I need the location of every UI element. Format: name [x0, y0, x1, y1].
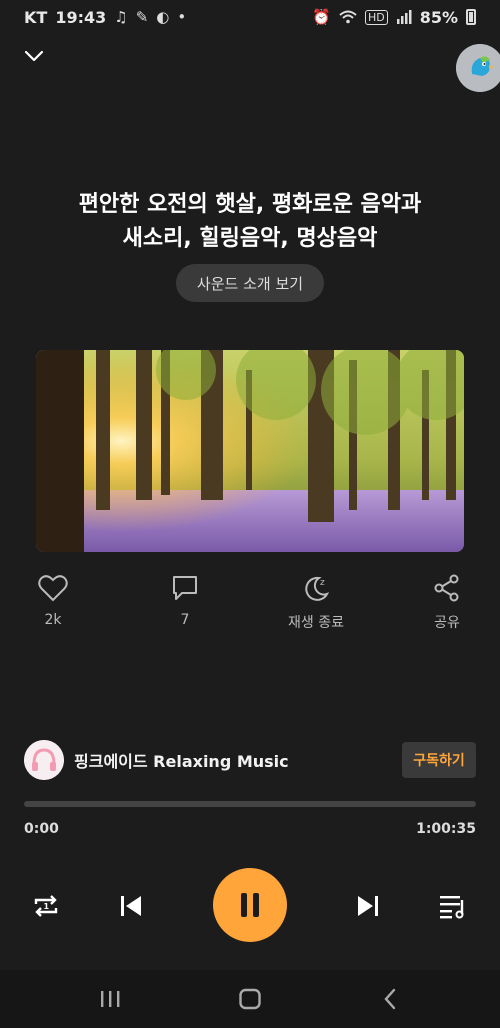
- app-notification-icon: ✎: [135, 8, 149, 26]
- svg-text:1: 1: [44, 902, 50, 911]
- recent-apps-button[interactable]: [90, 984, 130, 1014]
- player-controls: 1: [0, 866, 500, 942]
- channel-row: 핑크에이드 Relaxing Music 구독하기: [24, 740, 476, 780]
- share-label: 공유: [434, 615, 460, 631]
- repeat-icon: 1: [34, 895, 58, 917]
- channel-name[interactable]: 핑크에이드 Relaxing Music: [74, 748, 289, 772]
- comment-bubble-icon: [173, 576, 197, 600]
- recent-apps-icon: [101, 991, 120, 1007]
- status-bar: KT 19:43 ♫ ✎ ◐ • ⏰ HD 85%: [0, 0, 500, 34]
- forest-sunrise-image: [36, 350, 464, 552]
- track-title: 편안한 오전의 햇살, 평화로운 음악과 새소리, 힐링음악, 명상음악: [30, 188, 470, 256]
- floating-assistant-bubble[interactable]: [456, 44, 500, 92]
- current-time: 0:00: [24, 821, 59, 837]
- back-chevron-icon: [384, 988, 396, 1010]
- skip-next-icon: [358, 896, 378, 916]
- parrot-icon: [456, 44, 500, 92]
- comment-count: 7: [180, 612, 190, 628]
- progress-bar[interactable]: [24, 801, 476, 807]
- heart-icon: [38, 575, 68, 602]
- subscribe-button[interactable]: 구독하기: [402, 742, 476, 778]
- svg-text:z: z: [320, 578, 325, 588]
- chevron-down-icon: [24, 50, 44, 62]
- moon-sleep-icon: z: [305, 576, 330, 601]
- track-title-line1: 편안한 오전의 햇살, 평화로운 음악과: [78, 192, 422, 217]
- total-time: 1:00:35: [416, 821, 476, 837]
- status-right: ⏰ HD 85%: [312, 8, 476, 27]
- more-notifications-icon: •: [177, 8, 187, 26]
- hd-badge: HD: [364, 9, 388, 25]
- battery-percent: 85%: [419, 7, 458, 27]
- battery-icon: [466, 9, 476, 25]
- headphones-logo-icon: [24, 740, 64, 780]
- sync-icon: ◐: [156, 8, 170, 26]
- playlist-icon: [440, 896, 464, 919]
- skip-previous-icon: [121, 896, 141, 916]
- collapse-button[interactable]: [20, 42, 48, 70]
- music-note-icon: ♫: [114, 8, 128, 26]
- home-icon: [239, 988, 261, 1010]
- alarm-icon: ⏰: [312, 8, 331, 26]
- repeat-button[interactable]: 1: [28, 888, 64, 924]
- pause-button[interactable]: [213, 868, 287, 942]
- track-title-line2: 새소리, 힐링음악, 명상음악: [122, 226, 378, 251]
- channel-avatar[interactable]: [24, 740, 64, 780]
- share-icon: [434, 574, 459, 602]
- pause-icon: [241, 893, 259, 917]
- cover-artwork: [36, 350, 464, 552]
- clock: 19:43: [55, 7, 107, 27]
- comment-button[interactable]: 7: [140, 574, 230, 628]
- like-button[interactable]: 2k: [8, 574, 98, 628]
- carrier-label: KT: [24, 7, 48, 27]
- home-button[interactable]: [230, 984, 270, 1014]
- status-left: KT 19:43 ♫ ✎ ◐ •: [24, 8, 186, 27]
- next-button[interactable]: [350, 888, 386, 924]
- share-button[interactable]: 공유: [402, 574, 492, 632]
- system-navigation-bar: [0, 970, 500, 1028]
- back-button[interactable]: [370, 984, 410, 1014]
- previous-button[interactable]: [113, 888, 149, 924]
- playlist-button[interactable]: [435, 888, 471, 924]
- like-count: 2k: [44, 612, 62, 628]
- sound-intro-button[interactable]: 사운드 소개 보기: [176, 264, 324, 302]
- signal-icon: [396, 10, 412, 24]
- sleep-timer-button[interactable]: z 재생 종료: [271, 574, 361, 632]
- wifi-icon: [339, 10, 357, 24]
- action-row: 2k 7 z 재생 종료 공유: [0, 574, 500, 644]
- sleep-timer-label: 재생 종료: [288, 615, 344, 631]
